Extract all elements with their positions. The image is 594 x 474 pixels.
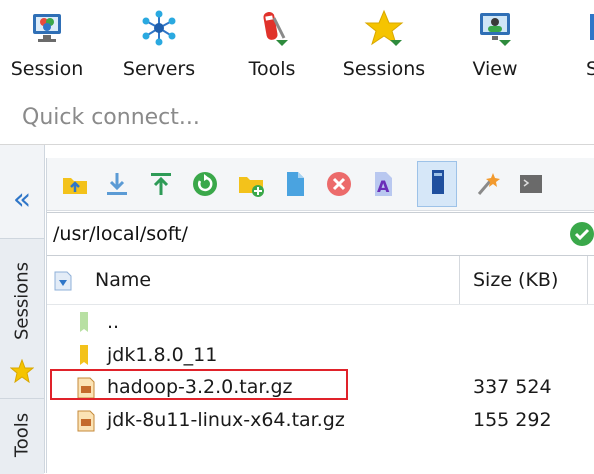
file-name: jdk1.8.0_11 (107, 344, 218, 366)
toolbar-tools-button[interactable]: Tools (236, 0, 308, 94)
tab-sessions[interactable]: Sessions (0, 238, 44, 400)
rename-button[interactable]: A (363, 164, 403, 204)
delete-button[interactable] (319, 164, 359, 204)
path-ok-icon[interactable] (569, 221, 594, 247)
list-item[interactable]: jdk1.8.0_11 (47, 338, 594, 372)
toolbar-servers-button[interactable]: Servers (115, 0, 203, 94)
rename-icon: A (375, 172, 392, 196)
toolbar-tools-label: Tools (248, 58, 296, 80)
refresh-button[interactable] (185, 164, 225, 204)
filter-icon[interactable] (53, 270, 73, 292)
new-file-button[interactable] (275, 164, 315, 204)
toolbar-view-label: View (472, 58, 518, 80)
toggle-view-button[interactable] (417, 161, 457, 207)
upload-button[interactable] (141, 164, 181, 204)
panel-view-icon (432, 170, 444, 194)
upload-icon (151, 173, 171, 195)
toolbar-servers-label: Servers (122, 58, 196, 80)
archive-icon (77, 377, 95, 399)
column-divider[interactable] (587, 256, 588, 304)
sftp-browser: A Name Size (KB) (46, 158, 594, 473)
quick-connect-input[interactable] (14, 100, 590, 134)
column-size-header[interactable]: Size (KB) (473, 269, 558, 291)
toolbar-split-label: S (586, 58, 594, 80)
new-folder-button[interactable] (231, 164, 271, 204)
sftp-toolbar: A (47, 158, 594, 211)
toolbar-sessions-button[interactable]: Sessions (336, 0, 432, 94)
refresh-icon (193, 172, 217, 196)
list-item[interactable]: .. (47, 305, 594, 339)
star-icon (10, 359, 34, 383)
tab-tools-label: Tools (11, 412, 33, 458)
file-name: .. (107, 311, 120, 333)
list-item[interactable]: jdk-8u11-linux-x64.tar.gz 155 292 (47, 403, 594, 437)
toolbar-sessions-label: Sessions (342, 58, 426, 80)
file-name: jdk-8u11-linux-x64.tar.gz (107, 409, 345, 431)
toolbar-session-label: Session (10, 58, 84, 80)
column-divider[interactable] (459, 256, 460, 304)
file-list-header: Name Size (KB) (47, 256, 594, 305)
view-icon (480, 13, 511, 46)
file-name: hadoop-3.2.0.tar.gz (107, 376, 293, 398)
tab-sessions-label: Sessions (11, 261, 33, 341)
terminal-button[interactable] (511, 164, 551, 204)
parent-folder-icon (80, 312, 88, 332)
file-size: 337 524 (473, 376, 552, 398)
path-bar (47, 212, 594, 256)
quick-connect-bar (0, 94, 594, 145)
download-icon (107, 173, 127, 195)
folder-icon (80, 345, 88, 365)
magic-wand-icon (477, 173, 500, 195)
parent-directory-button[interactable] (55, 164, 95, 204)
session-icon (33, 14, 61, 42)
toolbar-view-button[interactable]: View (462, 0, 528, 94)
file-size: 155 292 (473, 409, 552, 431)
magic-wand-button[interactable] (467, 164, 507, 204)
download-button[interactable] (97, 164, 137, 204)
servers-icon (142, 10, 176, 46)
double-chevron-left-icon[interactable]: « (2, 180, 42, 220)
delete-icon (327, 172, 351, 196)
main-toolbar: Session Servers Tools Sessions View S (0, 0, 594, 94)
toolbar-session-button[interactable]: Session (4, 0, 90, 94)
toolbar-split-button[interactable]: S (566, 0, 594, 94)
new-file-icon (287, 172, 304, 196)
tools-icon (263, 11, 288, 46)
path-input[interactable] (51, 217, 555, 251)
sessions-star-icon (364, 9, 404, 46)
archive-icon (77, 410, 95, 432)
list-item[interactable]: hadoop-3.2.0.tar.gz 337 524 (47, 370, 594, 404)
folder-up-icon (63, 178, 87, 194)
split-icon (590, 14, 594, 40)
new-folder-icon (239, 177, 264, 197)
column-name-header[interactable]: Name (95, 269, 151, 291)
tab-tools[interactable]: Tools (0, 398, 44, 474)
svg-text:A: A (377, 177, 390, 196)
terminal-icon (520, 175, 542, 193)
